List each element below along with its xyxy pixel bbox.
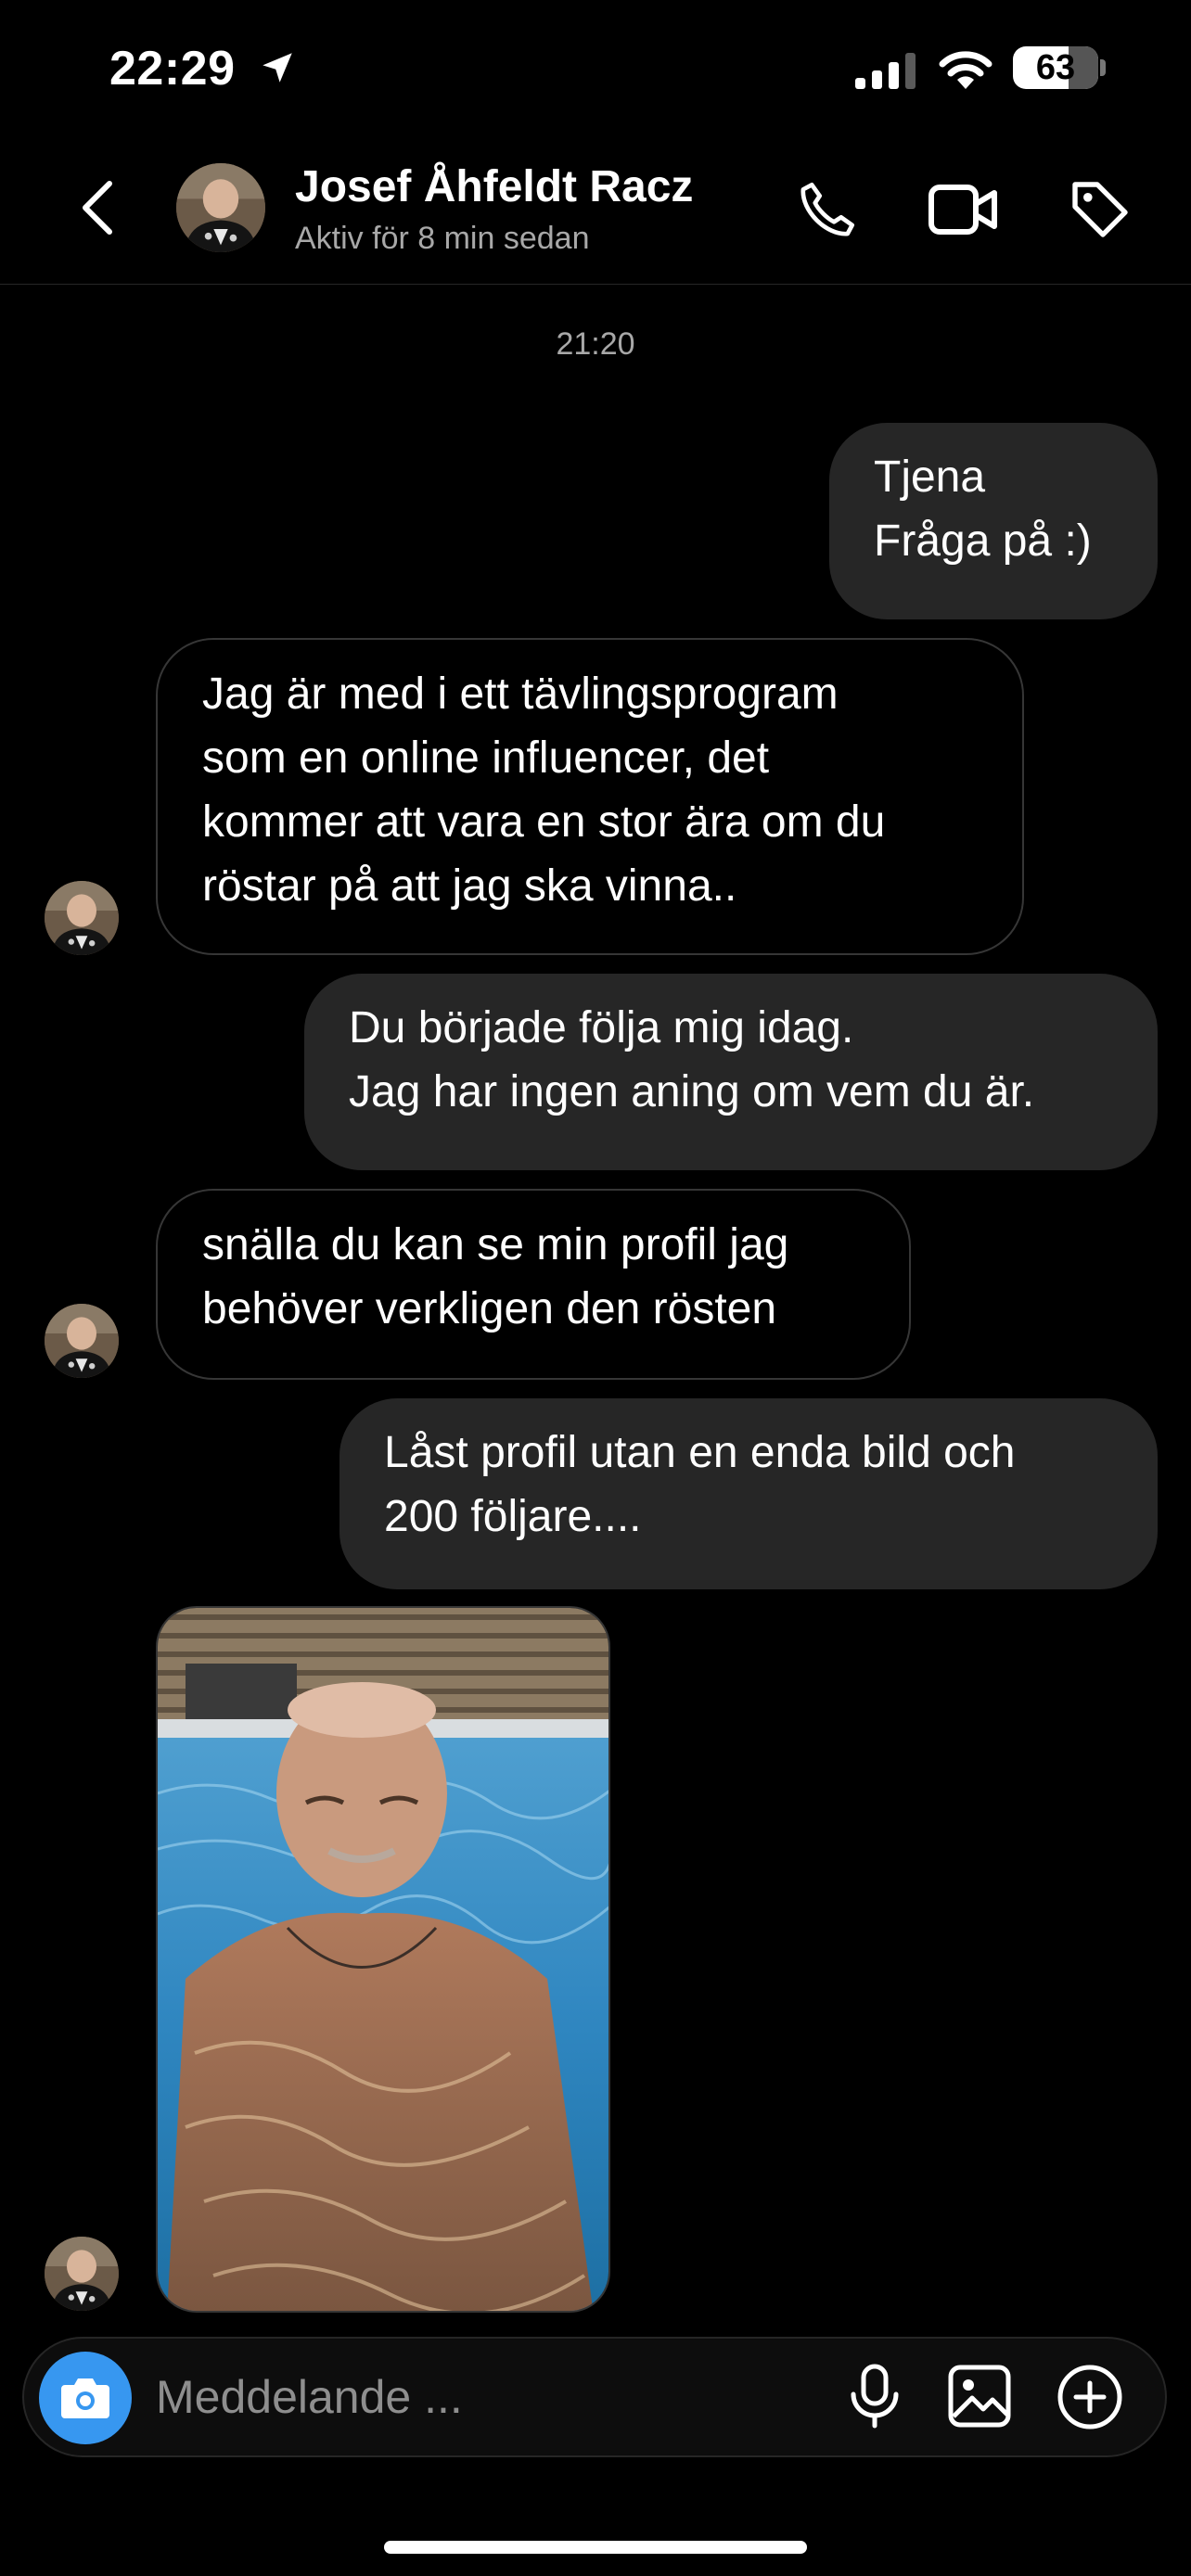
chat-timestamp: 21:20	[556, 326, 635, 362]
avatar[interactable]	[45, 881, 119, 955]
avatar[interactable]	[45, 2237, 119, 2311]
battery-level: 63	[1035, 48, 1076, 87]
message-line: röstar på att jag ska vinna..	[202, 861, 737, 911]
camera-icon	[61, 2378, 109, 2418]
tag-icon[interactable]	[1067, 176, 1133, 248]
message-line: Låst profil utan en enda bild och	[384, 1428, 1016, 1477]
battery-icon: 63	[1013, 46, 1098, 89]
message-line: Du började följa mig idag.	[349, 1003, 854, 1052]
microphone-icon[interactable]	[844, 2363, 905, 2434]
gallery-icon[interactable]	[946, 2363, 1013, 2434]
message-line: 200 följare....	[384, 1492, 642, 1541]
message-line: kommer att vara en stor ära om du	[202, 797, 886, 847]
message-line: Jag har ingen aning om vem du är.	[349, 1067, 1035, 1116]
message-bubble-incoming[interactable]: snälla du kan se min profil jag behöver …	[156, 1189, 911, 1380]
avatar[interactable]	[176, 163, 265, 252]
message-line: snälla du kan se min profil jag	[202, 1220, 789, 1269]
message-bubble-incoming[interactable]: Jag är med i ett tävlingsprogram som en …	[156, 638, 1024, 955]
contact-name[interactable]: Josef Åhfeldt Racz	[295, 161, 693, 212]
plus-circle-icon[interactable]	[1056, 2363, 1124, 2436]
contact-status: Aktiv för 8 min sedan	[295, 221, 590, 256]
message-line: behöver verkligen den rösten	[202, 1284, 777, 1333]
photo-message[interactable]	[156, 1606, 610, 2313]
message-line: Jag är med i ett tävlingsprogram	[202, 670, 839, 719]
back-icon[interactable]	[76, 178, 117, 242]
status-time: 22:29	[109, 42, 236, 96]
message-input[interactable]	[156, 2369, 805, 2425]
avatar[interactable]	[45, 1304, 119, 1378]
message-line: Tjena	[874, 453, 986, 502]
signal-icon	[855, 52, 918, 94]
video-icon[interactable]	[928, 180, 998, 246]
location-arrow-icon	[258, 48, 297, 92]
phone-icon[interactable]	[794, 178, 859, 248]
message-line: Fråga på :)	[874, 516, 1092, 566]
message-bubble-outgoing[interactable]: Du började följa mig idag. Jag har ingen…	[304, 974, 1158, 1170]
wifi-icon	[937, 48, 994, 96]
message-line: som en online influencer, det	[202, 733, 770, 783]
home-indicator[interactable]	[384, 2541, 807, 2554]
message-bubble-outgoing[interactable]: Tjena Fråga på :)	[829, 423, 1158, 619]
battery-cap	[1100, 59, 1106, 76]
camera-button[interactable]	[39, 2352, 132, 2444]
message-bubble-outgoing[interactable]: Låst profil utan en enda bild och 200 fö…	[339, 1398, 1158, 1589]
